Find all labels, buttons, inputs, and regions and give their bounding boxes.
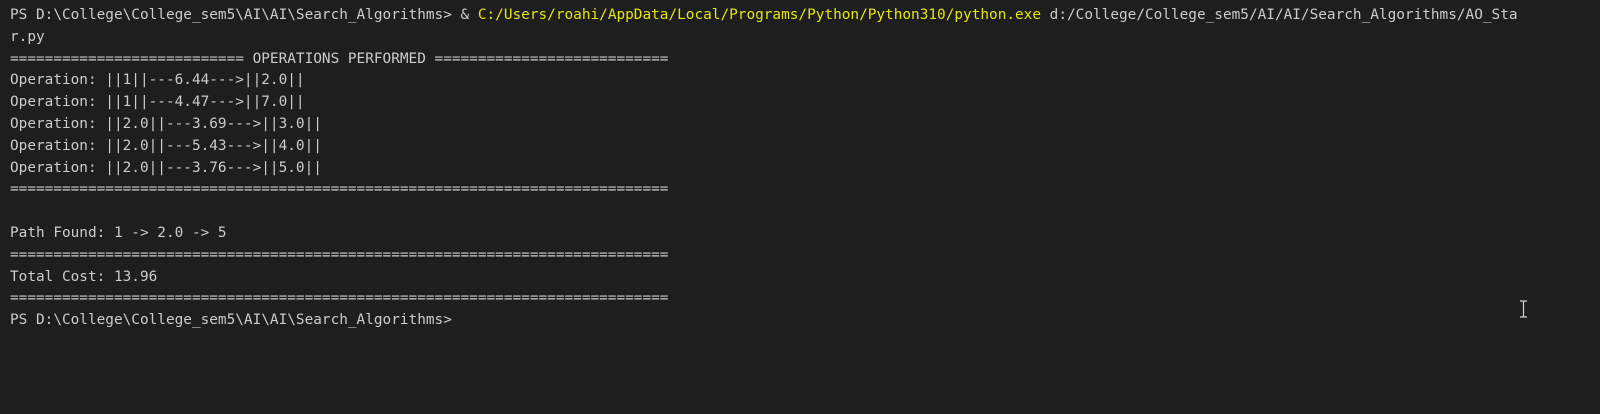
separator-line: ========================================… [10,246,669,263]
operation-line: Operation: ||2.0||---3.69--->||3.0|| [10,115,322,132]
separator-line: ========================================… [10,181,669,198]
total-cost-line: Total Cost: 13.96 [10,268,158,285]
terminal-output[interactable]: PS D:\College\College_sem5\AI\AI\Search_… [10,5,1570,332]
final-prompt[interactable]: PS D:\College\College_sem5\AI\AI\Search_… [10,310,1570,332]
operation-line: Operation: ||2.0||---3.76--->||5.0|| [10,159,322,176]
operations-header: =========================== OPERATIONS P… [10,50,669,67]
command-prompt: PS D:\College\College_sem5\AI\AI\Search_… [10,7,478,23]
text-ibeam-cursor-icon [1520,300,1527,318]
path-found-line: Path Found: 1 -> 2.0 -> 5 [10,224,227,241]
python-executable-path: C:/Users/roahi/AppData/Local/Programs/Py… [477,7,1042,23]
operation-line: Operation: ||1||---6.44--->||2.0|| [10,72,305,89]
command-line-wrap: r.py [10,28,45,45]
command-line: PS D:\College\College_sem5\AI\AI\Search_… [10,5,1570,27]
operation-line: Operation: ||2.0||---5.43--->||4.0|| [10,137,322,154]
script-path: d:/College/College_sem5/AI/AI/Search_Alg… [1041,7,1518,23]
separator-line: ========================================… [10,290,669,307]
operation-line: Operation: ||1||---4.47--->||7.0|| [10,94,305,111]
